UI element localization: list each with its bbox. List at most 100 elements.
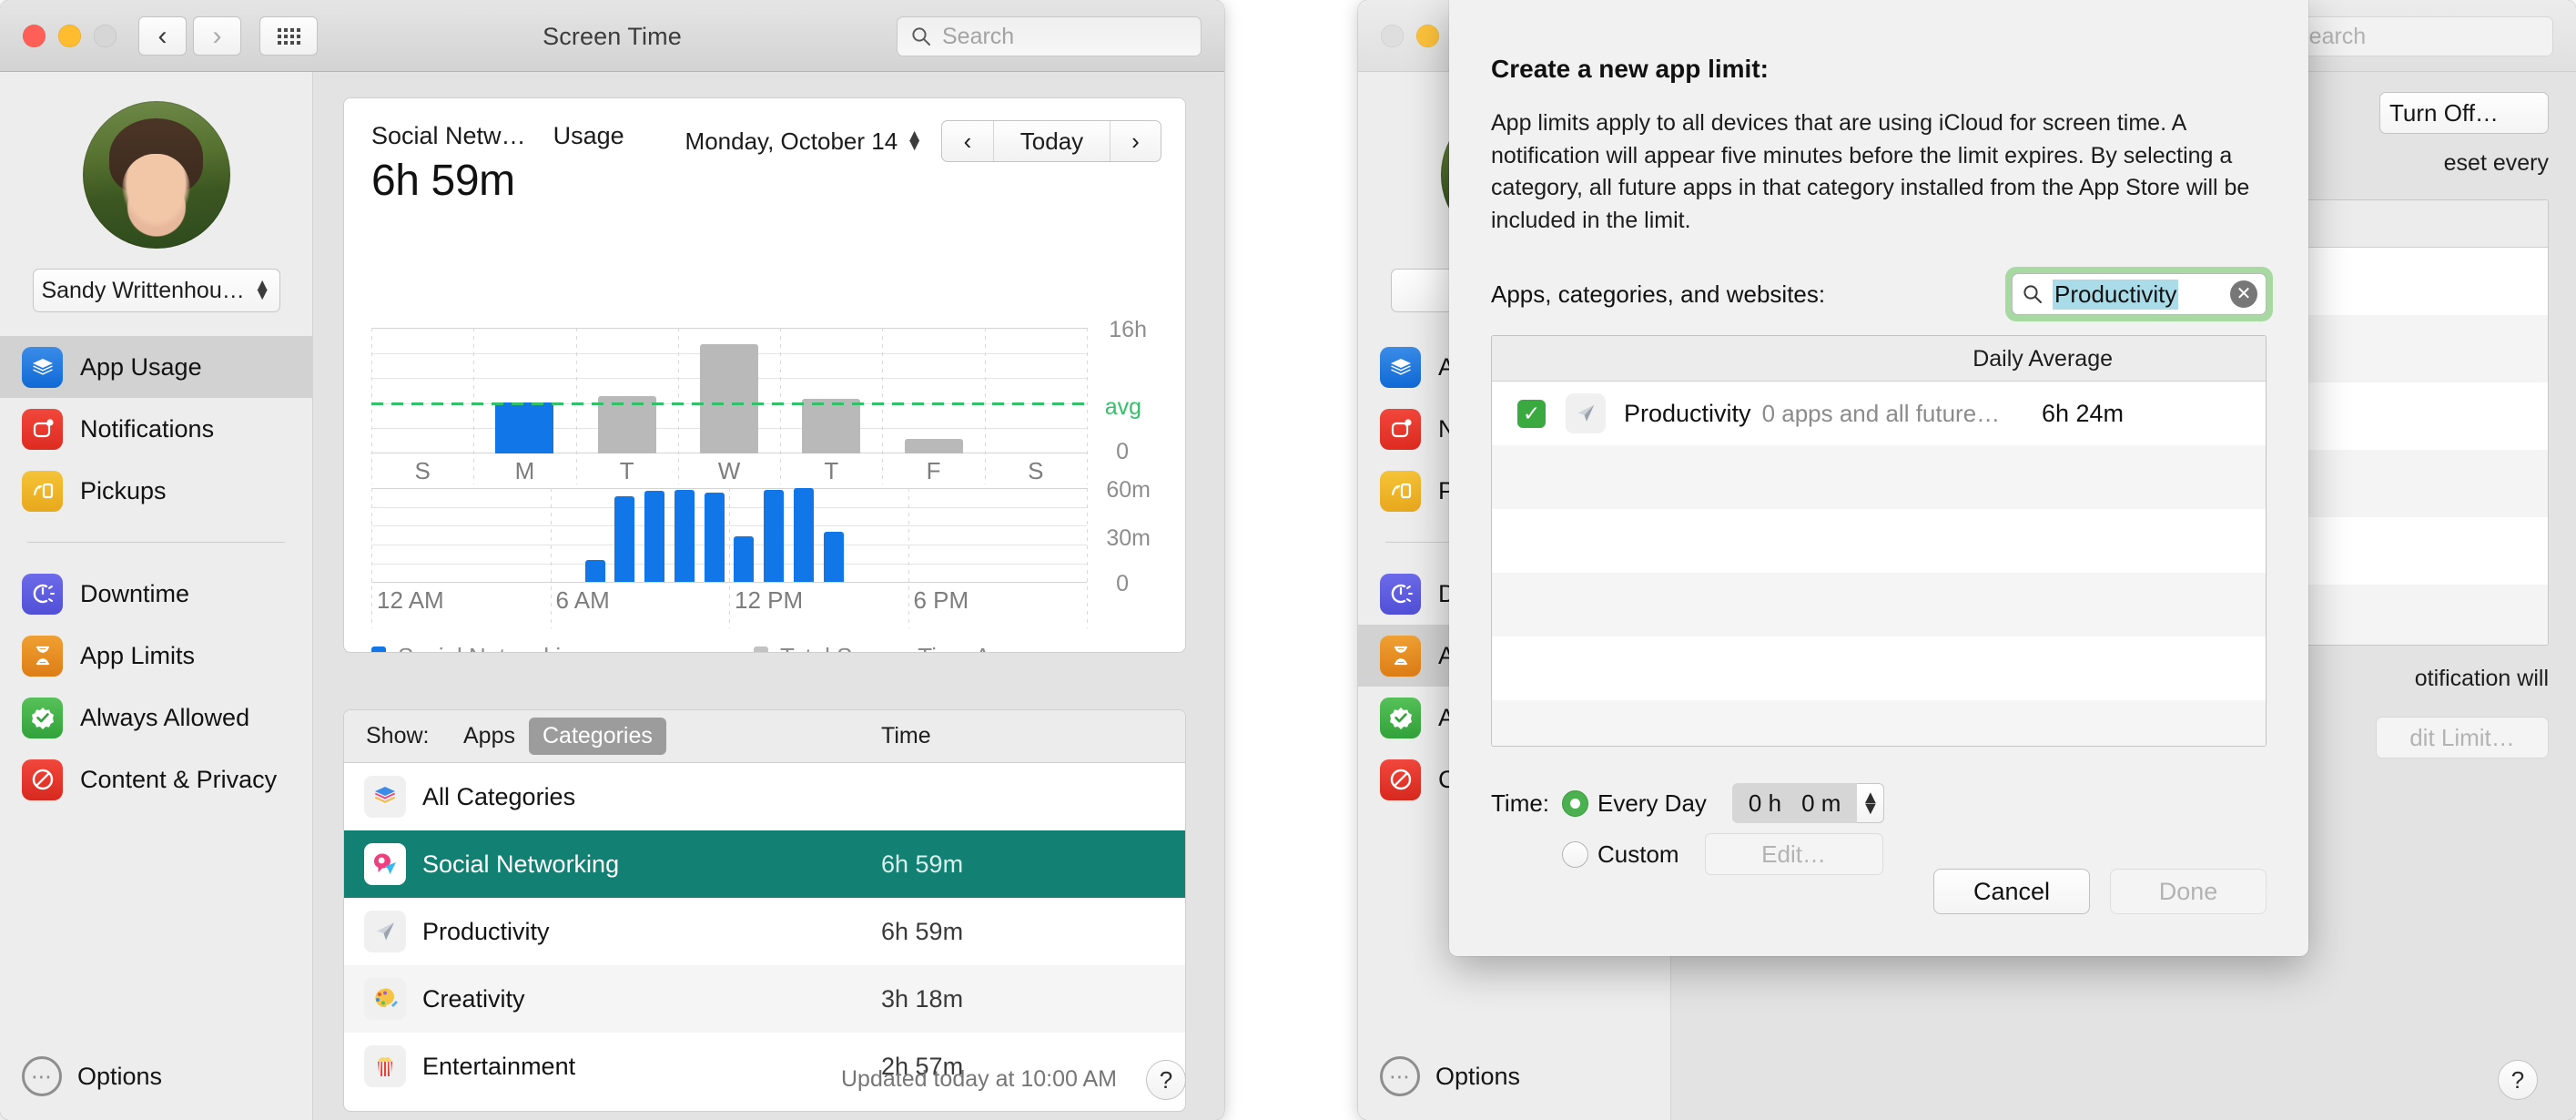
weekly-y-tick-min: 0 [1116, 439, 1129, 464]
options-button-left[interactable]: ⋯ Options [22, 1056, 162, 1096]
previous-day-button[interactable]: ‹ [942, 121, 993, 161]
hourglass-icon [22, 635, 63, 677]
hourly-y-tick-60: 60m [1106, 477, 1151, 503]
sidebar-item-app-limits[interactable]: App Limits [0, 625, 312, 687]
options-button-right[interactable]: ⋯ Options [1380, 1056, 1520, 1096]
clear-search-icon[interactable]: ✕ [2230, 280, 2257, 308]
row-checkbox[interactable]: ✓ [1517, 399, 1546, 428]
table-row[interactable]: Productivity 6h 59m [344, 898, 1185, 965]
custom-label: Custom [1597, 840, 1679, 868]
duration-field[interactable]: 0 h 0 m [1731, 783, 1858, 823]
weekly-x-label: S [414, 457, 431, 484]
productivity-icon [364, 911, 406, 952]
weekly-bar-chart: avg 16h 0 S M T W T F S [344, 317, 1185, 484]
weekly-bars [371, 328, 1087, 453]
sheet-search-input[interactable]: Productivity ✕ [2012, 273, 2267, 315]
toolbar-search-left[interactable]: Search [897, 16, 1202, 56]
hourly-y-tick-0: 0 [1116, 571, 1129, 596]
next-day-button[interactable]: › [1110, 121, 1161, 161]
weekly-bar-slot [678, 328, 780, 453]
tab-apps[interactable]: Apps [450, 718, 529, 755]
weekly-x-label: M [514, 457, 535, 484]
row-name: Creativity [422, 984, 525, 1013]
weekly-bar-slot [576, 328, 678, 453]
hourly-x-label: 6 AM [555, 586, 610, 614]
sheet-heading: Create a new app limit: [1491, 55, 1769, 83]
sidebar-left: Sandy Writtenhou… ▲ ▼ App Usage Notifica… [0, 72, 313, 1120]
weekly-x-label: T [824, 457, 839, 484]
hourly-x-label: 12 AM [377, 586, 444, 614]
duration-stepper[interactable]: 0 h 0 m ▲ ▼ [1731, 783, 1885, 823]
weekly-bar-slot [473, 328, 575, 453]
tab-categories[interactable]: Categories [528, 718, 666, 755]
sidebar-item-downtime[interactable]: Downtime [0, 563, 312, 625]
sidebar-item-label: Notifications [80, 414, 215, 443]
updated-timestamp: Updated today at 10:00 AM [841, 1066, 1117, 1092]
list-item[interactable] [1492, 573, 2266, 636]
table-row[interactable]: Social Networking 6h 59m [344, 830, 1185, 898]
row-name: Productivity [1624, 399, 1751, 427]
chevron-updown-icon: ▲ ▼ [253, 275, 271, 304]
every-day-row: Time: Every Day 0 h 0 m ▲ ▼ [1491, 778, 2267, 829]
social-networking-icon [364, 843, 406, 885]
no-entry-icon [1380, 759, 1421, 800]
weekly-bar-slot [371, 328, 473, 453]
list-item[interactable] [1492, 636, 2266, 700]
stepper-arrows-icon[interactable]: ▲ ▼ [1857, 783, 1885, 823]
column-header-time: Time [881, 723, 931, 748]
date-navigation: Monday, October 14 ▲ ▼ ‹ Today › [685, 120, 1161, 162]
hourglass-icon [1380, 635, 1421, 677]
edit-schedule-button[interactable]: Edit… [1704, 833, 1883, 875]
search-field-wrapper: Productivity ✕ [2005, 267, 2273, 321]
footer-right: ? [1671, 1033, 2576, 1120]
turn-off-button[interactable]: Turn Off… [2379, 92, 2549, 134]
notifications-icon [22, 408, 63, 450]
radio-every-day[interactable] [1562, 789, 1588, 817]
radio-custom[interactable] [1562, 840, 1588, 868]
list-item[interactable] [1492, 445, 2266, 509]
sidebar-item-notifications[interactable]: Notifications [0, 398, 312, 460]
sidebar-item-always-allowed[interactable]: Always Allowed [0, 687, 312, 748]
weekly-bar-slot [882, 328, 984, 453]
weekly-x-label: T [619, 457, 634, 484]
date-segmented-control: ‹ Today › [941, 120, 1161, 162]
user-popup-button[interactable]: Sandy Writtenhou… ▲ ▼ [32, 269, 280, 312]
legend-swatch-series [371, 646, 386, 652]
done-button[interactable]: Done [2110, 869, 2267, 914]
results-header: Daily Average [1492, 336, 2266, 382]
selected-category-label: Social Netw… [371, 122, 526, 149]
list-item[interactable]: ✓ Productivity 0 apps and all future… 6h… [1492, 382, 2266, 445]
weekly-plot-area [371, 328, 1088, 484]
list-item[interactable] [1492, 700, 2266, 746]
help-button[interactable]: ? [2498, 1060, 2538, 1100]
row-name: All Categories [422, 782, 576, 810]
cancel-button[interactable]: Cancel [1933, 869, 2090, 914]
sidebar-item-label: Downtime [80, 579, 190, 607]
search-results-list: Daily Average ✓ Productivity 0 apps and … [1491, 335, 2267, 747]
sidebar-item-app-usage[interactable]: App Usage [0, 336, 312, 398]
list-item[interactable] [1492, 509, 2266, 573]
reset-every-label: eset every [2443, 150, 2549, 176]
sidebar-item-label: Pickups [80, 476, 167, 504]
titlebar-left: ‹ › Screen Time Search [0, 0, 1224, 72]
sidebar-item-pickups[interactable]: Pickups [0, 460, 312, 522]
edit-limit-button[interactable]: dit Limit… [2376, 717, 2549, 759]
user-name: Sandy Writtenhou… [41, 277, 245, 303]
sidebar-item-content-privacy[interactable]: Content & Privacy [0, 748, 312, 810]
pickups-icon [1380, 470, 1421, 512]
screen-time-window-right: ‹ › Screen Time Search [1358, 0, 2576, 1120]
table-row[interactable]: All Categories [344, 763, 1185, 830]
options-label: Options [1435, 1062, 1521, 1090]
search-icon [2023, 285, 2042, 303]
help-button[interactable]: ? [1146, 1060, 1186, 1100]
sheet-description: App limits apply to all devices that are… [1491, 110, 2250, 233]
date-stepper[interactable]: Monday, October 14 ▲ ▼ [685, 127, 923, 156]
search-value: Productivity [2053, 279, 2179, 310]
hourly-plot-area [371, 488, 1088, 628]
row-daily-average: 6h 24m [2041, 399, 2124, 427]
usage-chart-card: Social Netw… Usage 6h 59m Monday, Octobe… [343, 97, 1186, 653]
notifications-icon [1380, 408, 1421, 450]
weekly-x-label: W [717, 457, 741, 484]
today-button[interactable]: Today [993, 121, 1110, 161]
table-row[interactable]: Creativity 3h 18m [344, 965, 1185, 1033]
